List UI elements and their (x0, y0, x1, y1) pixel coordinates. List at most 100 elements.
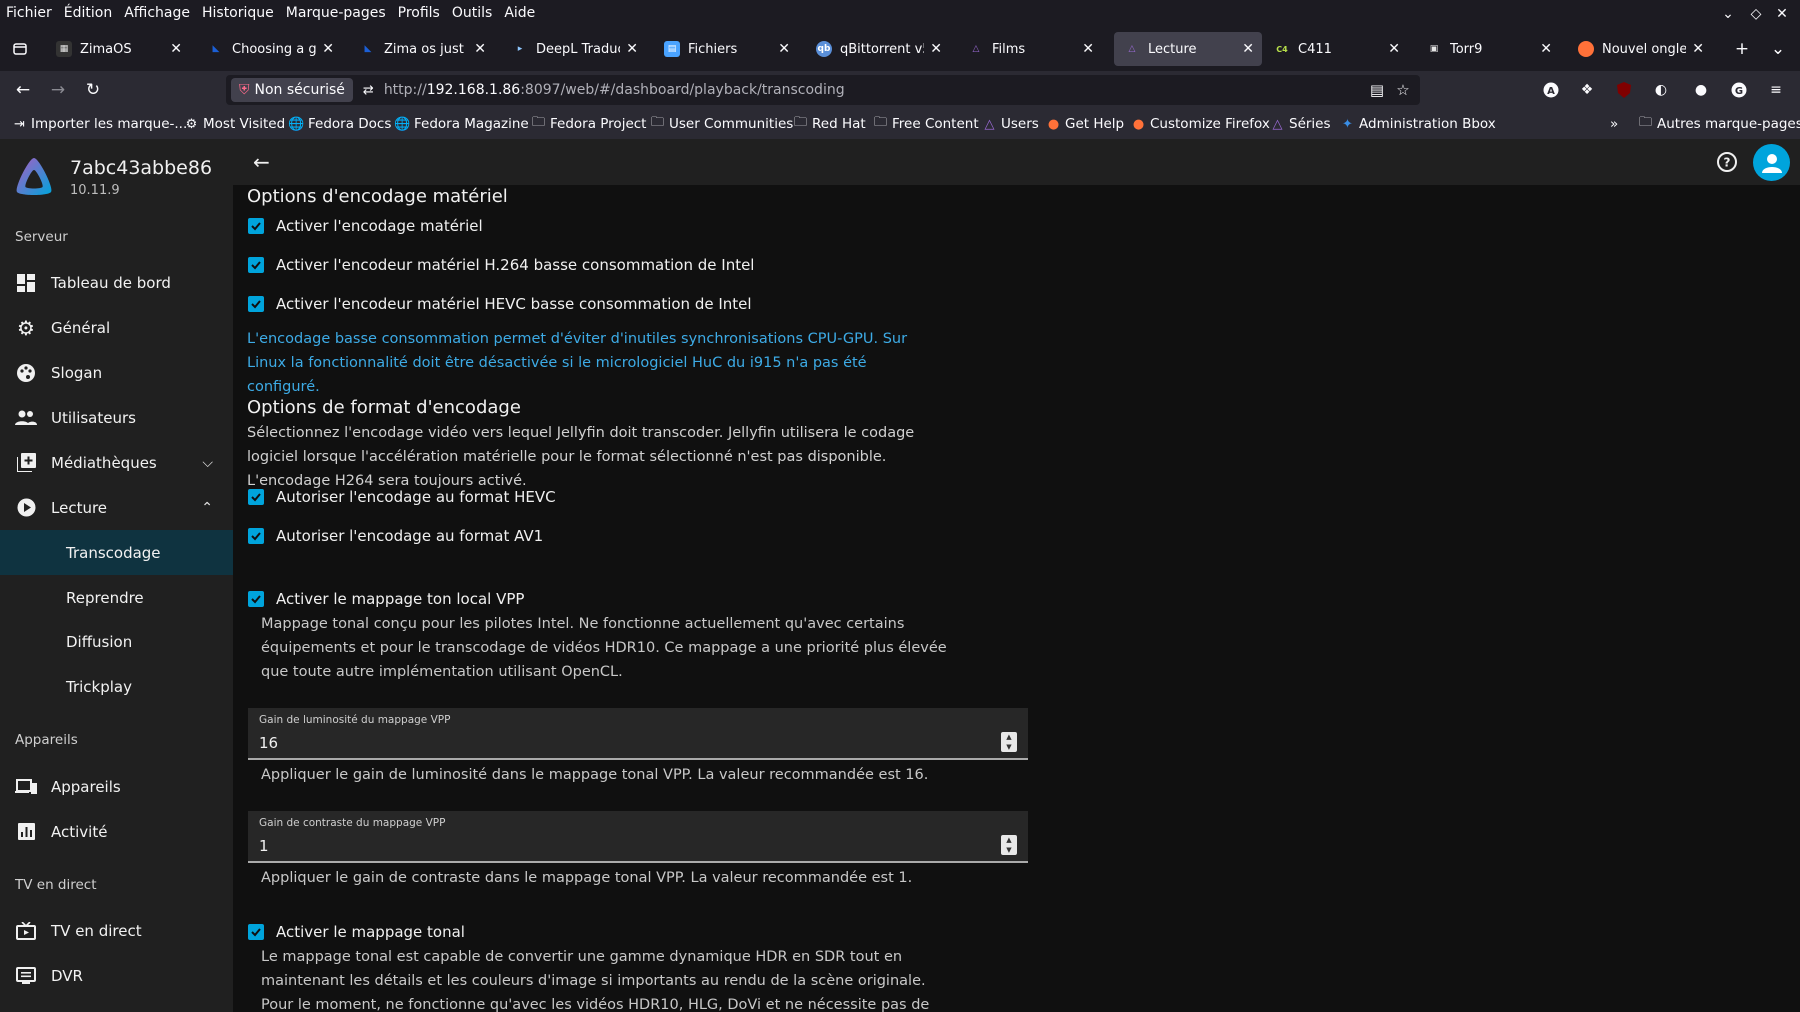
url-bar[interactable]: ⛨ Non sécurisé ⇄ http://192.168.1.86:809… (226, 75, 1420, 105)
grammar-icon[interactable]: G (1728, 79, 1750, 101)
nav-reprendre[interactable]: Reprendre (0, 575, 233, 620)
tab-choosing-a-graph[interactable]: ◣ Choosing a grap ✕ (198, 32, 342, 66)
nav-dvr[interactable]: DVR (0, 953, 233, 998)
window-close-icon[interactable]: ✕ (1771, 0, 1793, 27)
nav-trickplay[interactable]: Trickplay (0, 664, 233, 709)
tab-c411[interactable]: C4 C411 ✕ (1264, 32, 1408, 66)
bookmarks-overflow-icon[interactable]: » (1610, 109, 1618, 139)
close-icon[interactable]: ✕ (474, 41, 486, 57)
url-text[interactable]: http://192.168.1.86:8097/web/#/dashboard… (384, 82, 845, 98)
nav-diffusion[interactable]: Diffusion (0, 619, 233, 664)
menu-profils[interactable]: Profils (392, 0, 446, 27)
checkbox-checked-icon[interactable] (248, 257, 264, 273)
tab-fichiers[interactable]: ▤ Fichiers ✕ (654, 32, 798, 66)
help-icon[interactable]: ? (1716, 151, 1738, 173)
checkbox-checked-icon[interactable] (248, 591, 264, 607)
extension-dot-icon[interactable]: ● (1690, 79, 1712, 101)
tab-nouvel-onglet[interactable]: Nouvel onglet ✕ (1568, 32, 1712, 66)
tab-qbittorrent[interactable]: qb qBittorrent v5.2 ✕ (806, 32, 950, 66)
checkbox-checked-icon[interactable] (248, 489, 264, 505)
checkbox-checked-icon[interactable] (248, 296, 264, 312)
nav-general[interactable]: ⚙ Général (0, 305, 233, 350)
bookmark-fedora-project[interactable]: 🗀 Fedora Project (531, 109, 646, 139)
bookmark-fedora-magazine[interactable]: 🌐 Fedora Magazine (394, 109, 528, 139)
checkbox-allow-av1[interactable]: Autoriser l'encodage au format AV1 (248, 527, 543, 545)
back-arrow-icon[interactable]: ← (10, 78, 36, 102)
nav-mediatheques[interactable]: Médiathèques ⌵ (0, 440, 233, 485)
nav-tv-en-direct[interactable]: TV en direct (0, 908, 233, 953)
menu-edition[interactable]: Édition (58, 0, 118, 27)
vpp-contrast-field[interactable]: Gain de contraste du mappage VPP 1 ▲ ▼ (248, 811, 1028, 863)
new-tab-icon[interactable]: + (1730, 37, 1754, 61)
checkbox-checked-icon[interactable] (248, 218, 264, 234)
bookmark-free-content[interactable]: 🗀 Free Content (873, 109, 979, 139)
forward-arrow-icon[interactable]: → (45, 78, 71, 102)
bookmark-get-help[interactable]: ● Get Help (1046, 109, 1124, 139)
nav-activite[interactable]: Activité (0, 809, 233, 854)
nav-appareils[interactable]: Appareils (0, 764, 233, 809)
brightness-input[interactable]: 16 (259, 734, 278, 752)
bookmark-other[interactable]: 🗀 Autres marque-pages (1638, 109, 1800, 139)
bookmark-most-visited[interactable]: ⚙ Most Visited (184, 109, 286, 139)
tab-torr9[interactable]: ▣ Torr9 ✕ (1416, 32, 1560, 66)
tab-lecture[interactable]: △ Lecture ✕ (1114, 32, 1262, 66)
checkbox-allow-hevc[interactable]: Autoriser l'encodage au format HEVC (248, 488, 556, 506)
bookmark-customize-firefox[interactable]: ● Customize Firefox (1131, 109, 1270, 139)
back-arrow-icon[interactable]: ← (253, 150, 270, 174)
close-icon[interactable]: ✕ (778, 41, 790, 57)
checkbox-hw-encoding[interactable]: Activer l'encodage matériel (248, 217, 483, 235)
bookmark-administration-bbox[interactable]: ✦ Administration Bbox (1340, 109, 1496, 139)
close-icon[interactable]: ✕ (930, 41, 942, 57)
close-icon[interactable]: ✕ (626, 41, 638, 57)
reload-icon[interactable]: ↻ (80, 78, 106, 102)
menu-outils[interactable]: Outils (446, 0, 498, 27)
tab-zima-os-just-set[interactable]: ◣ Zima os just set ✕ (350, 32, 494, 66)
bookmark-red-hat[interactable]: 🗀 Red Hat (793, 109, 866, 139)
hamburger-menu-icon[interactable]: ≡ (1765, 79, 1787, 101)
contrast-input[interactable]: 1 (259, 837, 269, 855)
close-icon[interactable]: ✕ (1540, 41, 1552, 57)
bookmark-fedora-docs[interactable]: 🌐 Fedora Docs (288, 109, 391, 139)
tab-list-icon[interactable] (8, 37, 32, 61)
nav-lecture[interactable]: Lecture ⌃ (0, 485, 233, 530)
checkbox-vpp-tonemap[interactable]: Activer le mappage ton local VPP (248, 590, 524, 608)
close-icon[interactable]: ✕ (1242, 41, 1254, 57)
chevron-up-icon[interactable]: ⌃ (201, 500, 213, 516)
bookmark-user-communities[interactable]: 🗀 User Communities (650, 109, 793, 139)
menu-fichier[interactable]: Fichier (0, 0, 58, 27)
menu-affichage[interactable]: Affichage (118, 0, 196, 27)
close-icon[interactable]: ✕ (170, 41, 182, 57)
number-spinner[interactable]: ▲ ▼ (1001, 732, 1017, 752)
checkbox-checked-icon[interactable] (248, 924, 264, 940)
reader-view-icon[interactable]: ▤ (1366, 78, 1388, 102)
menu-marque-pages[interactable]: Marque-pages (280, 0, 392, 27)
lowpower-note-link[interactable]: L'encodage basse consommation permet d'é… (247, 327, 937, 399)
bookmark-series[interactable]: △ Séries (1270, 109, 1331, 139)
chevron-down-icon[interactable]: ⌄ (1766, 37, 1790, 61)
account-icon[interactable]: A (1540, 79, 1562, 101)
close-icon[interactable]: ✕ (322, 41, 334, 57)
close-icon[interactable]: ✕ (1388, 41, 1400, 57)
close-icon[interactable]: ✕ (1082, 41, 1094, 57)
chevron-down-icon[interactable]: ⌵ (202, 455, 213, 471)
security-indicator[interactable]: ⛨ Non sécurisé (231, 78, 353, 102)
tab-zimaos[interactable]: ▦ ZimaOS ✕ (46, 32, 190, 66)
nav-slogan[interactable]: Slogan (0, 350, 233, 395)
tab-films[interactable]: △ Films ✕ (958, 32, 1102, 66)
server-brand[interactable]: 7abc43abbe86 10.11.9 (13, 155, 212, 198)
nav-tableau-de-bord[interactable]: Tableau de bord (0, 260, 233, 305)
bookmark-import[interactable]: ⇥ Importer les marque-... (12, 109, 187, 139)
menu-historique[interactable]: Historique (196, 0, 280, 27)
checkbox-h264-lowpower[interactable]: Activer l'encodeur matériel H.264 basse … (248, 256, 754, 274)
close-icon[interactable]: ✕ (1692, 41, 1704, 57)
vpp-brightness-field[interactable]: Gain de luminosité du mappage VPP 16 ▲ ▼ (248, 708, 1028, 760)
menu-aide[interactable]: Aide (498, 0, 541, 27)
nav-utilisateurs[interactable]: Utilisateurs (0, 395, 233, 440)
bookmark-users[interactable]: △ Users (982, 109, 1039, 139)
checkbox-hevc-lowpower[interactable]: Activer l'encodeur matériel HEVC basse c… (248, 295, 752, 313)
number-spinner[interactable]: ▲ ▼ (1001, 835, 1017, 855)
extension-icon[interactable]: ◐ (1650, 79, 1672, 101)
tab-deepl[interactable]: ▸ DeepL Traductio ✕ (502, 32, 646, 66)
permissions-icon[interactable]: ⇄ (363, 83, 374, 98)
bookmark-star-icon[interactable]: ☆ (1392, 78, 1414, 102)
